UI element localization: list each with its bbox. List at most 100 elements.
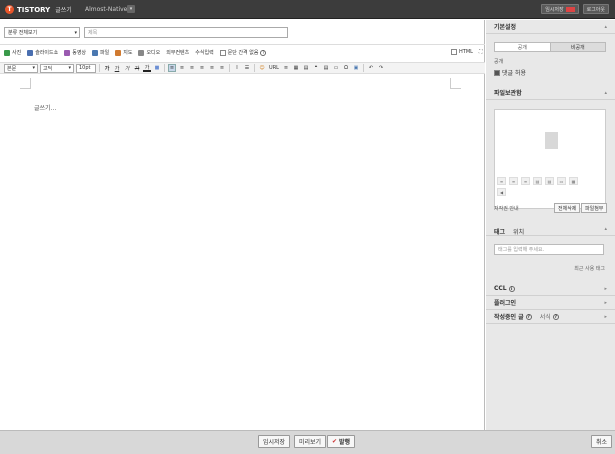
basic-settings-header[interactable]: 기본설정 ▴ — [486, 20, 615, 34]
align-center-icon[interactable]: ≡ — [509, 177, 518, 185]
hr-button[interactable]: ≡ — [282, 64, 290, 72]
box-button[interactable]: ▤ — [302, 64, 310, 72]
no-spacing-checkbox[interactable] — [219, 49, 226, 56]
help-icon[interactable]: ? — [260, 49, 267, 56]
outdent-button[interactable]: ≡ — [218, 64, 226, 72]
collapse-icon[interactable]: ▴ — [604, 226, 607, 232]
insert-audio-button[interactable]: 오디오 — [138, 49, 160, 56]
page-break-button[interactable]: ▭ — [332, 64, 340, 72]
divider — [164, 64, 165, 72]
document-icon — [545, 132, 558, 149]
align-right-button[interactable]: ≡ — [188, 64, 196, 72]
undo-button[interactable]: ↶ — [367, 64, 375, 72]
align-left-icon[interactable]: ≡ — [497, 177, 506, 185]
strikethrough-button[interactable]: 가 — [133, 64, 141, 72]
delete-all-button[interactable]: 전체삭제 — [554, 203, 581, 213]
image-full-icon[interactable]: ▭ — [557, 177, 566, 185]
temp-save-button[interactable]: 임시저장 — [258, 435, 291, 448]
divider — [363, 64, 364, 72]
table-button[interactable]: ▦ — [292, 64, 300, 72]
expand-icon[interactable]: ⛶ — [479, 49, 483, 55]
redo-button[interactable]: ↷ — [377, 64, 385, 72]
tistory-logo[interactable]: T TISTORY 글쓰기 — [5, 4, 72, 15]
collapse-icon[interactable]: ▴ — [604, 90, 607, 96]
underline-button[interactable]: 가 — [113, 64, 121, 72]
insert-video-button[interactable]: 동영상 — [64, 49, 86, 56]
copyright-guide-link[interactable]: 저작권 안내 — [494, 205, 519, 212]
tab-tag[interactable]: 태그 — [494, 227, 505, 236]
link-button[interactable]: URL — [268, 64, 280, 72]
blog-name[interactable]: Almost-Native — [85, 6, 127, 13]
expand-icon[interactable]: ▸ — [604, 314, 607, 320]
blog-dropdown-icon[interactable]: ▾ — [127, 5, 135, 13]
format-label[interactable]: 서식 — [540, 312, 551, 321]
image-right-icon[interactable]: ▤ — [545, 177, 554, 185]
tab-location[interactable]: 위치 — [513, 227, 524, 236]
bold-button[interactable]: 가 — [103, 64, 111, 72]
temp-save-count-badge — [565, 6, 575, 12]
divider — [254, 64, 255, 72]
font-color-button[interactable]: 가 — [143, 64, 151, 72]
collapse-icon[interactable]: ▴ — [604, 24, 607, 30]
title-input[interactable]: 제목 — [84, 27, 288, 38]
special-char-button[interactable]: Ω — [342, 64, 350, 72]
preview-button[interactable]: 미리보기 — [294, 435, 327, 448]
expand-icon[interactable]: ▸ — [604, 300, 607, 306]
insert-formula-button[interactable]: 수식입력 — [195, 49, 213, 56]
emoticon-button[interactable]: ☺ — [258, 64, 266, 72]
plugin-header[interactable]: 플러그인 ▸ — [486, 296, 615, 310]
file-box-header[interactable]: 파일보관함 ▴ — [486, 86, 615, 100]
private-option[interactable]: 비공개 — [549, 43, 605, 51]
drafts-header[interactable]: 작성중인 글 ? 서식 ? ▸ — [486, 310, 615, 324]
recent-tags-link[interactable]: 최근 사용 태그 — [574, 265, 605, 272]
page-guide — [20, 88, 31, 89]
html-checkbox[interactable] — [451, 49, 457, 55]
align-left-button[interactable]: ≡ — [168, 64, 176, 72]
font-select[interactable]: 고딕 ▾ — [40, 63, 74, 73]
content-editor[interactable]: 글쓰기... — [34, 103, 56, 112]
image-grid-icon[interactable]: ▦ — [569, 177, 578, 185]
category-select[interactable]: 분류 전체보기 ▾ — [4, 27, 80, 38]
html-mode-toggle[interactable]: HTML — [451, 49, 473, 55]
insert-photo-button[interactable]: 사진 — [4, 49, 21, 56]
insert-slideshow-button[interactable]: 슬라이드쇼 — [27, 49, 58, 56]
highlight-color-button[interactable]: ■ — [153, 64, 161, 72]
font-size-select[interactable]: 10pt — [76, 63, 96, 73]
list-button[interactable]: ☰ — [243, 64, 251, 72]
check-icon: ✔ — [332, 438, 338, 445]
attach-file-button[interactable]: 파일첨부 — [581, 203, 608, 213]
no-spacing-toggle[interactable]: 문단 간격 없음 ? — [219, 49, 267, 56]
publish-button[interactable]: ✔ 발행 — [327, 435, 356, 448]
help-icon[interactable]: ? — [552, 313, 559, 320]
temp-save-top-button[interactable]: 임시저장 — [541, 4, 579, 14]
spellcheck-button[interactable]: ▣ — [352, 64, 360, 72]
help-icon[interactable]: ? — [525, 313, 532, 320]
insert-icon[interactable]: ◀ — [497, 188, 506, 196]
align-justify-button[interactable]: ≡ — [198, 64, 206, 72]
expand-icon[interactable]: ▸ — [604, 286, 607, 292]
align-right-icon[interactable]: ≡ — [521, 177, 530, 185]
visibility-toggle: 공개 비공개 — [494, 42, 606, 52]
cancel-button[interactable]: 취소 — [591, 435, 613, 448]
italic-button[interactable]: 가 — [123, 64, 131, 72]
allow-comments-toggle[interactable]: 댓글 허용 — [494, 68, 526, 77]
align-center-button[interactable]: ≡ — [178, 64, 186, 72]
settings-sidebar: 기본설정 ▴ 공개 비공개 공개 댓글 허용 파일보관함 ▴ ≡ ≡ ≡ ▤ ▤… — [486, 20, 615, 430]
tag-input[interactable]: 태그를 입력해 주세요. — [494, 244, 604, 255]
allow-comments-checkbox[interactable] — [494, 69, 500, 76]
public-option[interactable]: 공개 — [495, 43, 550, 51]
page-guide — [450, 88, 461, 89]
file-box-area[interactable]: ≡ ≡ ≡ ▤ ▤ ▭ ▦ ◀ — [494, 109, 606, 209]
indent-button[interactable]: ≡ — [208, 64, 216, 72]
image-left-icon[interactable]: ▤ — [533, 177, 542, 185]
quote-button[interactable]: ❝ — [312, 64, 320, 72]
line-height-button[interactable]: I — [233, 64, 241, 72]
logout-button[interactable]: 로그아웃 — [582, 4, 609, 14]
insert-external-button[interactable]: 외부컨텐츠 — [166, 49, 189, 56]
paragraph-style-select[interactable]: 본문 ▾ — [4, 63, 38, 73]
insert-map-button[interactable]: 지도 — [115, 49, 132, 56]
insert-file-button[interactable]: 파일 — [92, 49, 109, 56]
more-button[interactable]: ▤ — [322, 64, 330, 72]
ccl-header[interactable]: CCL i ▸ — [486, 282, 615, 296]
info-icon[interactable]: i — [508, 285, 515, 292]
